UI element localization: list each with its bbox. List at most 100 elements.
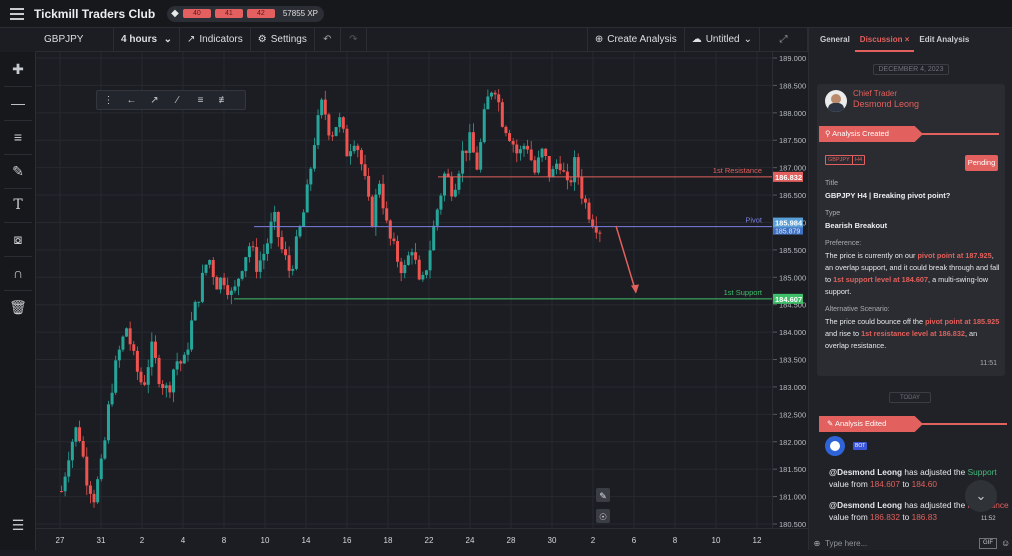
today-divider: TODAY bbox=[889, 392, 931, 403]
candle bbox=[157, 354, 161, 388]
candle-body bbox=[424, 270, 428, 275]
tab-discussion-label: Discussion bbox=[859, 35, 903, 44]
xp-progress[interactable]: ◆ 40 41 42 57855 XP bbox=[167, 5, 324, 22]
time-tick-label: 27 bbox=[56, 536, 65, 545]
date-divider: DECEMBER 4, 2023 bbox=[873, 64, 949, 75]
create-analysis-button[interactable]: ⊕ Create Analysis bbox=[586, 27, 685, 52]
price-tick-label: 183.000 bbox=[779, 383, 806, 392]
tab-discussion[interactable]: Discussion × bbox=[854, 28, 915, 52]
chart-toolbar: GBPJPY 4 hours ⌄ ↗ Indicators ⚙ Settings ↶ … bbox=[36, 27, 808, 52]
candle bbox=[493, 90, 497, 100]
tab-edit-analysis[interactable]: Edit Analysis bbox=[914, 28, 974, 52]
candle-body bbox=[132, 344, 136, 351]
candle-body bbox=[457, 173, 461, 190]
candle bbox=[128, 321, 132, 351]
layout-select[interactable]: ☁ Untitled ⌄ bbox=[685, 27, 760, 52]
fib-tool[interactable]: ≡ bbox=[0, 120, 36, 154]
interval-select[interactable]: 4 hours ⌄ bbox=[114, 27, 180, 52]
candle bbox=[573, 150, 577, 191]
time-tick-label: 31 bbox=[97, 536, 106, 545]
pattern-tool[interactable]: ⧇ bbox=[0, 222, 36, 256]
candle-body bbox=[284, 249, 288, 256]
candle-body bbox=[399, 261, 403, 274]
candle-body bbox=[414, 252, 418, 260]
indicators-label: Indicators bbox=[199, 34, 243, 45]
candle bbox=[211, 257, 215, 285]
candle bbox=[518, 145, 522, 161]
brush-tool[interactable]: ✎ bbox=[0, 154, 36, 188]
drag-handle-icon[interactable]: ⋮ bbox=[97, 95, 120, 106]
candle-body bbox=[226, 285, 230, 295]
candle-body bbox=[291, 268, 295, 271]
candle-body bbox=[316, 115, 320, 146]
candle-body bbox=[215, 277, 219, 290]
price-tick-label: 180.500 bbox=[779, 520, 806, 528]
lightbulb-icon: ☉ bbox=[599, 512, 607, 522]
candle-body bbox=[486, 96, 490, 110]
mention[interactable]: @Desmond Leong bbox=[829, 500, 902, 510]
alternative-text-2: and rise to bbox=[825, 329, 862, 338]
redo-button[interactable]: ↷ bbox=[341, 27, 367, 52]
parallel-lines-icon[interactable]: ≡ bbox=[189, 95, 212, 106]
crosshair-tool[interactable]: ✚ bbox=[0, 52, 36, 86]
candle-body bbox=[356, 145, 360, 151]
candle-body bbox=[522, 145, 526, 150]
scroll-down-button[interactable]: ⌄ bbox=[965, 480, 997, 512]
channel-icon[interactable]: ≢ bbox=[212, 95, 235, 106]
candle bbox=[81, 436, 85, 459]
candle-body bbox=[410, 252, 414, 256]
message-text: has adjusted the bbox=[902, 500, 968, 510]
candle bbox=[558, 155, 562, 175]
fullscreen-button[interactable]: ⤢ bbox=[760, 27, 808, 52]
author-name[interactable]: Desmond Leong bbox=[853, 99, 919, 109]
message-input[interactable]: Type here... bbox=[825, 539, 979, 548]
avatar[interactable] bbox=[825, 90, 847, 112]
alternative-label: Alternative Scenario: bbox=[825, 306, 890, 313]
layers-tool[interactable]: ☰ bbox=[0, 508, 36, 542]
mention[interactable]: @Desmond Leong bbox=[829, 467, 902, 477]
arrow-left-icon[interactable]: ← bbox=[120, 95, 143, 106]
add-attachment-icon[interactable]: ⊕ bbox=[809, 539, 825, 548]
candle-body bbox=[258, 260, 262, 272]
candle-body bbox=[562, 170, 566, 172]
line-tool[interactable]: — bbox=[0, 86, 36, 120]
candle bbox=[334, 126, 338, 137]
chart-area[interactable]: 1st Resistance Pivot 1st Support ✎ ☉ bbox=[36, 52, 772, 528]
magnet-tool[interactable]: ∩ bbox=[0, 256, 36, 290]
candle-body bbox=[168, 385, 172, 393]
menu-icon[interactable] bbox=[10, 7, 24, 20]
divider bbox=[917, 133, 999, 135]
symbol-search[interactable]: GBPJPY bbox=[36, 27, 114, 52]
level-label: Pivot bbox=[745, 216, 763, 225]
close-icon[interactable]: × bbox=[905, 35, 910, 44]
candle bbox=[497, 89, 501, 112]
candle-body bbox=[153, 341, 157, 358]
delete-tool[interactable]: 🗑 bbox=[0, 290, 36, 324]
text-tool[interactable]: T bbox=[0, 188, 36, 222]
time-axis[interactable]: 27 31 2 4 8 10 14 16 18 22 24 28 30 2 6 8 10 12 bbox=[36, 528, 808, 550]
trend-line-icon[interactable]: ∕ bbox=[166, 95, 189, 106]
price-chart[interactable]: 1st Resistance Pivot 1st Support ✎ ☉ bbox=[36, 52, 772, 528]
old-value: 186.832 bbox=[870, 512, 901, 522]
price-tick-label: 185.000 bbox=[779, 273, 806, 282]
bot-avatar bbox=[825, 436, 845, 456]
candle bbox=[179, 360, 183, 372]
price-tick-label: 182.500 bbox=[779, 410, 806, 419]
emoji-icon[interactable]: ☺ bbox=[1001, 538, 1012, 548]
ray-icon[interactable]: ↗ bbox=[143, 95, 166, 106]
time-tick-label: 6 bbox=[632, 536, 637, 545]
price-axis[interactable]: 189.000 188.500 188.000 187.500 187.000 186.5… bbox=[772, 52, 808, 529]
undo-button[interactable]: ↶ bbox=[315, 27, 341, 52]
candle bbox=[540, 147, 544, 162]
settings-button[interactable]: ⚙ Settings bbox=[251, 27, 315, 52]
candle-body bbox=[247, 246, 251, 258]
card-timestamp: 11:51 bbox=[980, 360, 997, 367]
candle-body bbox=[78, 427, 82, 441]
tab-general[interactable]: General bbox=[815, 28, 855, 52]
candle bbox=[370, 194, 374, 228]
candle-body bbox=[103, 440, 107, 459]
candle-body bbox=[558, 163, 562, 171]
indicators-button[interactable]: ↗ Indicators bbox=[180, 27, 251, 52]
candle-body bbox=[117, 349, 121, 361]
gif-button[interactable]: GIF bbox=[979, 537, 997, 549]
